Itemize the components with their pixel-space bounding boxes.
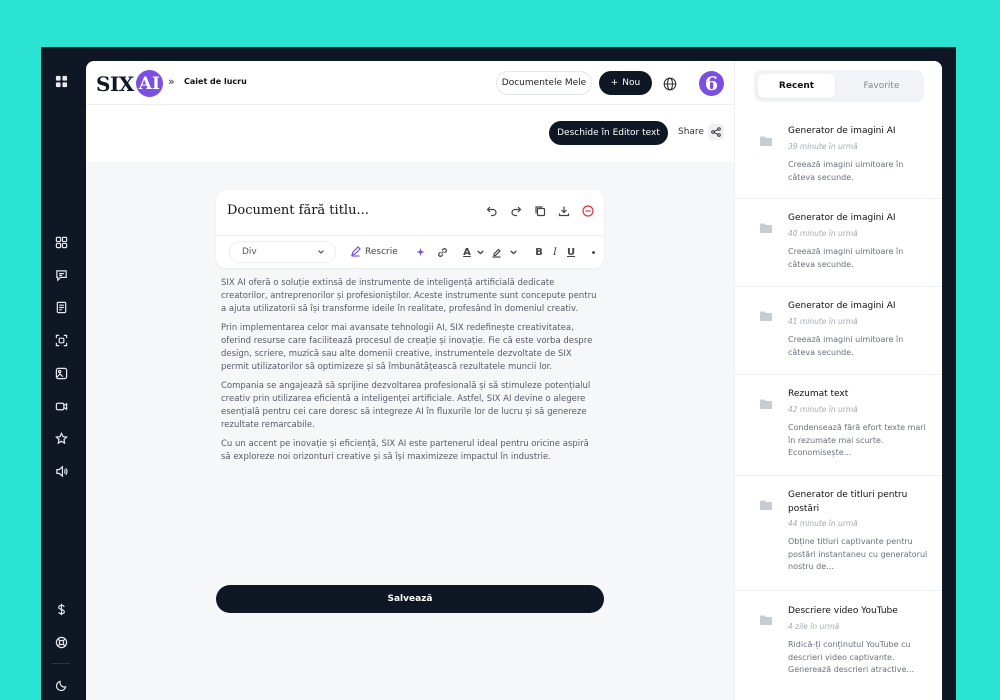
image-edit-icon[interactable] [54,366,68,380]
speaker-icon[interactable] [54,464,68,478]
item-title: Descriere video YouTube [788,606,898,616]
more-icon[interactable] [587,246,599,258]
copy-icon[interactable] [533,204,546,217]
video-icon[interactable] [54,399,68,413]
document-toolbar [485,204,594,217]
item-description: Creează imagini uimitoare în câteva secu… [788,160,904,182]
moon-icon[interactable] [54,678,68,692]
list-item[interactable]: Generator de titluri pentru postări 44 m… [735,476,942,591]
document-card: Document fără titlu... Div Rescrie A B I… [216,190,604,268]
dollar-icon[interactable] [54,602,68,616]
block-format-select[interactable]: Div [229,241,336,263]
folder-icon [759,307,773,321]
redo-icon[interactable] [509,204,522,217]
scan-icon[interactable] [54,333,68,347]
main-panel: SIX AI » Caiet de lucru Documentele Mele… [86,61,942,700]
breadcrumb[interactable]: Caiet de lucru [184,77,247,86]
plus-icon: + [610,78,619,88]
grid-icon[interactable] [54,74,68,88]
folder-icon [759,132,773,146]
item-time: 41 minute în urmă [788,317,858,326]
item-time: 44 minute în urmă [788,519,858,528]
breadcrumb-separator: » [168,75,175,88]
list-item[interactable]: Generator de imagini AI 40 minute în urm… [735,199,942,287]
undo-icon[interactable] [485,204,498,217]
chevron-down-icon[interactable] [507,246,519,258]
rewrite-button[interactable]: Rescrie [350,246,398,257]
new-button-label: Nou [622,78,641,88]
save-button[interactable]: Salvează [216,585,604,613]
highlight-icon[interactable] [490,246,502,258]
document-title[interactable]: Document fără titlu... [227,203,369,218]
delete-icon[interactable] [581,204,594,217]
share-label[interactable]: Share [678,127,704,137]
logo-six-text: SIX [96,71,134,96]
item-title: Generator de imagini AI [788,126,896,136]
item-title: Generator de imagini AI [788,213,896,223]
item-description: Ridică-ți conținutul YouTube cu descrier… [788,640,915,674]
item-title: Generator de imagini AI [788,301,896,311]
history-sidebar: Recent Favorite Generator de imagini AI … [734,61,942,700]
paragraph: Prin implementarea celor mai avansate te… [221,323,593,372]
avatar[interactable]: 6 [699,71,724,96]
text-color-icon[interactable]: A [461,246,473,258]
item-time: 4 zile în urmă [788,622,840,631]
new-button[interactable]: + Nou [599,71,652,95]
sidebar-tabs: Recent Favorite [754,70,924,102]
tab-favorites[interactable]: Favorite [843,74,920,98]
workspace: Document fără titlu... Div Rescrie A B I… [86,162,734,700]
underline-icon[interactable]: U [565,246,577,258]
item-time: 39 minute în urmă [788,142,858,151]
item-description: Obține titluri captivante pentru postări… [788,537,928,571]
link-icon[interactable] [436,246,448,258]
folder-icon [759,611,773,625]
chat-icon[interactable] [54,268,68,282]
block-format-value: Div [242,247,257,257]
globe-icon[interactable] [663,76,677,91]
document-icon[interactable] [54,300,68,314]
icon-rail [41,47,81,700]
list-item[interactable]: Rezumat text 42 minute în urmă Condensea… [735,375,942,476]
item-title: Rezumat text [788,389,849,399]
logo[interactable]: SIX AI [96,70,163,97]
rewrite-label: Rescrie [365,246,398,257]
format-toolbar: Div Rescrie A B I U [216,235,604,268]
star-icon[interactable] [54,431,68,445]
chevron-down-icon [316,247,326,257]
document-body[interactable]: SIX AI oferă o soluție extinsă de instru… [221,277,599,470]
item-time: 42 minute în urmă [788,405,858,414]
top-header: SIX AI » Caiet de lucru Documentele Mele… [86,61,734,105]
item-time: 40 minute în urmă [788,229,858,238]
folder-icon [759,395,773,409]
folder-icon [759,219,773,233]
rail-divider [52,663,70,664]
pen-icon [351,246,361,257]
list-item[interactable]: Descriere video YouTube 4 zile în urmă R… [735,591,942,700]
folder-icon [759,496,773,510]
download-icon[interactable] [557,204,570,217]
my-documents-button[interactable]: Documentele Mele [496,71,592,95]
apps-icon[interactable] [54,235,68,249]
paragraph: Compania se angajează să sprijine dezvol… [221,381,591,430]
italic-icon[interactable]: I [549,246,561,258]
support-icon[interactable] [54,635,68,649]
paragraph: SIX AI oferă o soluție extinsă de instru… [221,278,597,314]
chevron-down-icon[interactable] [474,246,486,258]
list-item[interactable]: Generator de imagini AI 41 minute în urm… [735,287,942,375]
sparkle-icon[interactable] [414,246,426,258]
list-item[interactable]: Generator de imagini AI 39 minute în urm… [735,112,942,199]
paragraph: Cu un accent pe inovație și eficiență, S… [221,439,589,462]
item-description: Creează imagini uimitoare în câteva secu… [788,335,904,357]
item-description: Creează imagini uimitoare în câteva secu… [788,247,904,269]
open-text-editor-button[interactable]: Deschide în Editor text [549,121,668,145]
tab-recent[interactable]: Recent [758,74,835,98]
item-title: Generator de titluri pentru postări [788,490,908,514]
logo-ai-badge: AI [135,70,163,97]
bold-icon[interactable]: B [533,246,545,258]
item-description: Condensează fără efort texte mari în rez… [788,423,926,457]
share-icon[interactable] [708,124,724,140]
document-subbar: Deschide în Editor text Share [86,106,734,162]
